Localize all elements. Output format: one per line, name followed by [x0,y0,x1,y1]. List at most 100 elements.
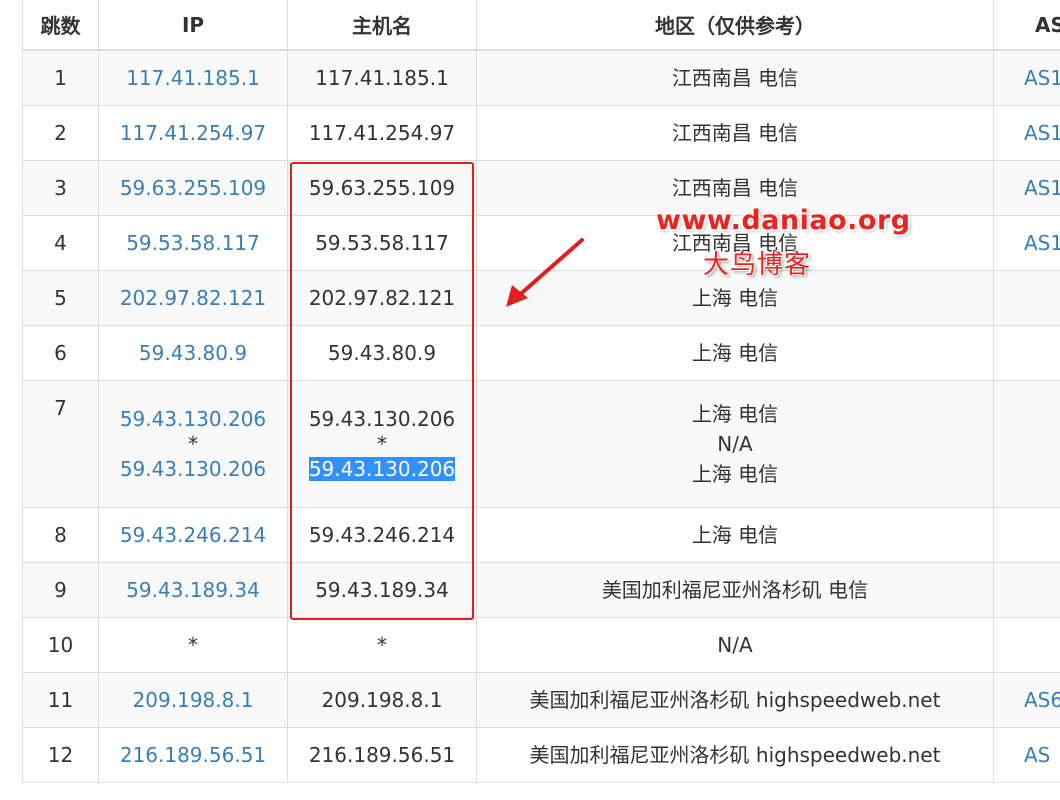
region-value: N/A [717,432,753,456]
hop-number: 8 [54,523,67,547]
as-cell [993,507,1060,563]
watermark-blog-name: 大鸟博客 [703,250,812,280]
region-value: 上海 电信 [691,341,779,365]
ip-link[interactable]: 59.43.80.9 [100,338,287,368]
region-value: 美国加利福尼亚州洛杉矶 电信 [601,578,869,602]
region-value: 美国加利福尼亚州洛杉矶 highspeedweb.net [529,743,941,767]
region-cell: 美国加利福尼亚州洛杉矶 电信 [476,562,994,618]
region-cell: 美国加利福尼亚州洛杉矶 highspeedweb.net [476,727,994,783]
hop-cell: 4 [22,215,99,271]
ip-link[interactable]: 59.43.130.206 [100,404,287,434]
ip-cell: 59.63.255.109 [98,160,288,216]
hop-cell: 9 [22,562,99,618]
hostname-cell: 209.198.8.1 [287,672,477,728]
traceroute-table: 跳数 IP 主机名 地区（仅供参考） AS 1 117.41.185.1 117.4… [22,0,1060,783]
as-link[interactable]: AS6 [1024,688,1060,712]
hop-cell: 11 [22,672,99,728]
as-cell: AS1 [993,49,1060,106]
hostname-value: * [377,633,387,657]
as-link[interactable]: AS [1024,743,1050,767]
ip-cell: 117.41.185.1 [98,49,288,106]
hop-cell: 7 [22,380,99,508]
region-value: 美国加利福尼亚州洛杉矶 highspeedweb.net [529,688,941,712]
ip-link[interactable]: 59.43.246.214 [100,520,287,550]
hop-number: 7 [54,396,67,420]
hop-cell: 2 [22,105,99,161]
hostname-value: 209.198.8.1 [321,688,443,712]
header-hostname[interactable]: 主机名 [287,0,477,51]
ip-cell: 59.43.246.214 [98,507,288,563]
region-cell: N/A [476,617,994,673]
region-value: N/A [717,633,753,657]
ip-link[interactable]: 216.189.56.51 [100,740,287,770]
ip-link[interactable]: 209.198.8.1 [100,685,287,715]
hop-cell: 12 [22,727,99,783]
ip-cell: 209.198.8.1 [98,672,288,728]
ip-link[interactable]: 117.41.185.1 [100,63,287,93]
ip-link[interactable]: 59.43.130.206 [100,454,287,484]
region-cell: 江西南昌 电信 [476,105,994,161]
as-cell: AS1 [993,215,1060,271]
region-value: 上海 电信 [691,523,779,547]
hostname-cell: 216.189.56.51 [287,727,477,783]
as-cell: AS1 [993,105,1060,161]
as-cell [993,562,1060,618]
region-value: 江西南昌 电信 [671,66,799,90]
hostname-cell: * [287,617,477,673]
as-cell [993,325,1060,381]
hop-number: 5 [54,286,67,310]
hop-number: 10 [47,633,74,657]
header-ip[interactable]: IP [98,0,288,51]
hop-cell: 5 [22,270,99,326]
as-cell [993,380,1060,508]
region-cell: 江西南昌 电信 [476,49,994,106]
ip-cell: 59.43.189.34 [98,562,288,618]
hop-number: 2 [54,121,67,145]
region-cell: 上海 电信 [476,507,994,563]
ip-cell: 216.189.56.51 [98,727,288,783]
as-cell [993,617,1060,673]
as-link[interactable]: AS1 [1024,231,1060,255]
hop-cell: 1 [22,49,99,106]
as-link[interactable]: AS1 [1024,66,1060,90]
table-row: 9 59.43.189.34 59.43.189.34 美国加利福尼亚州洛杉矶 电信 [22,562,1060,618]
as-link[interactable]: AS1 [1024,121,1060,145]
ip-cell: 202.97.82.121 [98,270,288,326]
header-region[interactable]: 地区（仅供参考） [476,0,994,51]
hostname-cell: 117.41.254.97 [287,105,477,161]
region-value: 江西南昌 电信 [671,176,799,200]
header-hop[interactable]: 跳数 [22,0,99,51]
hop-cell: 10 [22,617,99,673]
ip-link[interactable]: 202.97.82.121 [100,283,287,313]
table-row: 1 117.41.185.1 117.41.185.1 江西南昌 电信 AS1 [22,49,1060,106]
region-value: 上海 电信 [691,402,779,426]
table-row: 10 * * N/A [22,617,1060,673]
hop-cell: 6 [22,325,99,381]
region-cell: 上海 电信 N/A 上海 电信 [476,380,994,508]
hostname-value: 117.41.185.1 [315,66,449,90]
as-link[interactable]: AS1 [1024,176,1060,200]
hop-cell: 8 [22,507,99,563]
header-as[interactable]: AS [993,0,1060,51]
region-value: 江西南昌 电信 [671,121,799,145]
hop-number: 1 [54,66,67,90]
hostname-value: 117.41.254.97 [308,121,456,145]
hop-number: 3 [54,176,67,200]
table-row: 11 209.198.8.1 209.198.8.1 美国加利福尼亚州洛杉矶 high… [22,672,1060,728]
ip-link[interactable]: 117.41.254.97 [100,118,287,148]
hostname-highlight-box [290,162,474,620]
ip-link[interactable]: 59.53.58.117 [100,228,287,258]
ip-cell: 59.43.130.206 * 59.43.130.206 [98,380,288,508]
as-cell [993,270,1060,326]
table-header-row: 跳数 IP 主机名 地区（仅供参考） AS [22,0,1060,51]
as-cell: AS [993,727,1060,783]
ip-unknown: * [188,633,198,657]
hop-number: 6 [54,341,67,365]
as-cell: AS1 [993,160,1060,216]
watermark-url: www.daniao.org [656,205,911,236]
table-row: 8 59.43.246.214 59.43.246.214 上海 电信 [22,507,1060,563]
table-row: 12 216.189.56.51 216.189.56.51 美国加利福尼亚州洛杉矶 … [22,727,1060,783]
ip-link[interactable]: 59.63.255.109 [100,173,287,203]
table-row: 2 117.41.254.97 117.41.254.97 江西南昌 电信 AS1 [22,105,1060,161]
ip-link[interactable]: 59.43.189.34 [100,575,287,605]
